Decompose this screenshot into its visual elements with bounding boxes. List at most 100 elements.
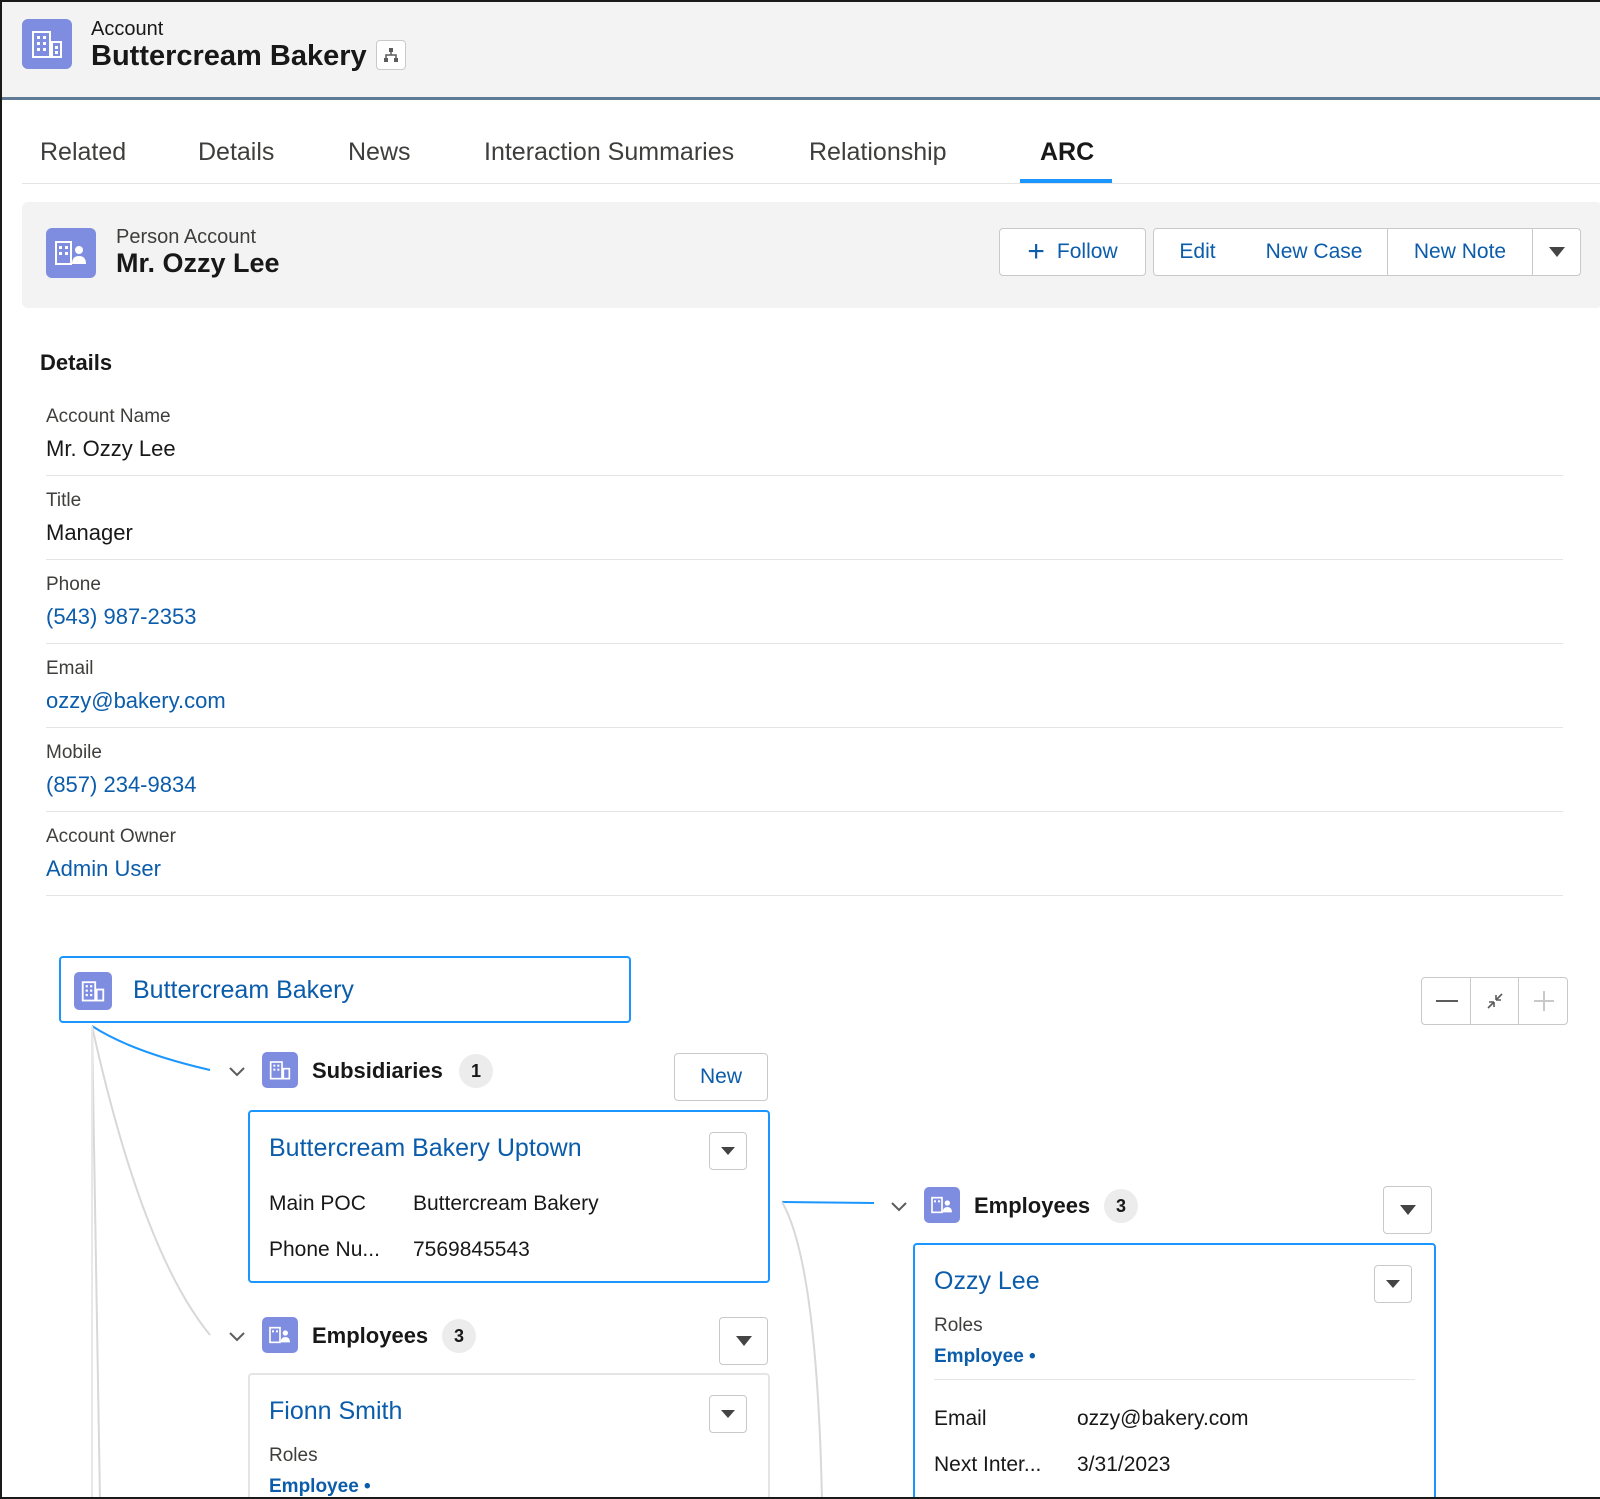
account-building-icon <box>74 972 112 1010</box>
person-account-icon <box>924 1187 960 1223</box>
subsidiaries-group-header: Subsidiaries 1 <box>226 1052 526 1092</box>
roles-label: Roles <box>934 1315 983 1336</box>
field-account-owner: Account Owner Admin User <box>46 826 1563 896</box>
hierarchy-icon <box>384 48 398 62</box>
field-label: Account Owner <box>46 826 176 847</box>
chevron-down-icon[interactable] <box>226 1060 248 1082</box>
phone-link[interactable]: (543) 987-2353 <box>46 604 196 630</box>
new-subsidiary-button[interactable]: New <box>674 1053 768 1101</box>
field-phone: Phone (543) 987-2353 <box>46 574 1563 644</box>
minus-icon <box>1435 1000 1458 1002</box>
card-field-key: Phone Nu... <box>269 1238 380 1261</box>
plus-icon: + <box>1027 235 1045 268</box>
record-tabs: Related Details News Interaction Summari… <box>22 100 1600 184</box>
card-field-value: ozzy@bakery.com <box>1077 1407 1249 1430</box>
root-account-name: Buttercream Bakery <box>133 976 354 1004</box>
fit-view-button[interactable] <box>1470 978 1519 1024</box>
employees-count-badge: 3 <box>1104 1189 1138 1223</box>
employees-menu-button-right[interactable] <box>1383 1186 1432 1234</box>
chevron-down-icon[interactable] <box>888 1195 910 1217</box>
mobile-link[interactable]: (857) 234-9834 <box>46 772 196 798</box>
chevron-down-icon <box>735 1336 752 1346</box>
card-menu-button[interactable] <box>709 1132 747 1170</box>
new-case-button[interactable]: New Case <box>1241 228 1388 276</box>
tab-details[interactable]: Details <box>198 138 274 167</box>
card-field-value: 7569845543 <box>413 1238 530 1261</box>
card-field-key: Email <box>934 1407 987 1430</box>
field-label: Title <box>46 490 82 511</box>
card-field-key: Main POC <box>269 1192 366 1215</box>
field-label: Mobile <box>46 742 102 763</box>
field-label: Account Name <box>46 406 171 427</box>
object-type-label: Account <box>91 18 164 40</box>
chevron-down-icon <box>721 1410 735 1418</box>
app-frame: Account Buttercream Bakery Related Detai… <box>0 0 1600 1499</box>
field-title: Title Manager <box>46 490 1563 560</box>
arc-root-node[interactable]: Buttercream Bakery <box>59 956 631 1023</box>
employee-name-link[interactable]: Ozzy Lee <box>934 1267 1040 1296</box>
card-menu-button[interactable] <box>1374 1265 1412 1303</box>
record-title: Buttercream Bakery <box>91 40 367 72</box>
role-value: Employee • <box>269 1476 371 1497</box>
chevron-down-icon[interactable] <box>226 1325 248 1347</box>
account-building-icon <box>262 1052 298 1088</box>
tab-related[interactable]: Related <box>40 138 126 167</box>
zoom-in-button[interactable] <box>1519 978 1568 1024</box>
person-account-type-label: Person Account <box>116 226 257 248</box>
view-hierarchy-button[interactable] <box>376 40 406 70</box>
follow-button[interactable]: + Follow <box>999 228 1146 276</box>
employees-count-badge: 3 <box>442 1319 476 1353</box>
card-menu-button[interactable] <box>709 1395 747 1433</box>
tab-news[interactable]: News <box>348 138 411 167</box>
person-account-header: Person Account Mr. Ozzy Lee + Follow Edi… <box>22 202 1600 308</box>
more-actions-button[interactable] <box>1532 228 1581 276</box>
edit-button[interactable]: Edit <box>1153 228 1242 276</box>
employees-group-header: Employees 3 <box>226 1317 526 1357</box>
employee-name-link[interactable]: Fionn Smith <box>269 1397 402 1426</box>
email-link[interactable]: ozzy@bakery.com <box>46 688 226 714</box>
field-value: Mr. Ozzy Lee <box>46 436 176 461</box>
chevron-down-icon <box>1548 247 1565 257</box>
tab-relationship[interactable]: Relationship <box>809 138 947 167</box>
chevron-down-icon <box>1399 1205 1416 1215</box>
person-account-icon <box>46 228 96 278</box>
card-field-key: Next Inter... <box>934 1453 1042 1476</box>
subsidiaries-count-badge: 1 <box>459 1054 493 1088</box>
chevron-down-icon <box>1386 1280 1400 1288</box>
tab-interaction-summaries[interactable]: Interaction Summaries <box>484 138 734 167</box>
field-label: Phone <box>46 574 101 595</box>
plus-icon <box>1533 991 1554 1011</box>
roles-label: Roles <box>269 1445 318 1466</box>
field-mobile: Mobile (857) 234-9834 <box>46 742 1563 812</box>
employees-menu-button[interactable] <box>719 1317 768 1365</box>
active-tab-indicator <box>1020 179 1112 183</box>
card-field-value: 3/31/2023 <box>1077 1453 1171 1476</box>
subsidiary-card[interactable]: Buttercream Bakery Uptown Main POC Butte… <box>248 1110 770 1283</box>
employees-label: Employees <box>974 1193 1091 1218</box>
employees-group-header-right: Employees 3 <box>888 1187 1188 1227</box>
account-owner-link[interactable]: Admin User <box>46 856 161 882</box>
card-divider <box>934 1379 1415 1380</box>
collapse-arrows-icon <box>1486 993 1503 1009</box>
zoom-out-button[interactable] <box>1422 978 1471 1024</box>
field-value: Manager <box>46 520 133 545</box>
person-account-icon <box>262 1317 298 1353</box>
subsidiaries-label: Subsidiaries <box>312 1058 443 1083</box>
field-label: Email <box>46 658 94 679</box>
account-building-icon <box>22 19 72 69</box>
subsidiary-name-link[interactable]: Buttercream Bakery Uptown <box>269 1134 582 1163</box>
follow-label: Follow <box>1056 240 1118 263</box>
field-account-name: Account Name Mr. Ozzy Lee <box>46 406 1563 476</box>
field-email: Email ozzy@bakery.com <box>46 658 1563 728</box>
card-field-value: Buttercream Bakery <box>413 1192 599 1215</box>
zoom-controls <box>1421 977 1568 1025</box>
tab-arc[interactable]: ARC <box>1040 138 1094 167</box>
new-note-button[interactable]: New Note <box>1387 228 1533 276</box>
employee-card[interactable]: Fionn Smith Roles Employee • <box>248 1373 770 1497</box>
employee-card-selected[interactable]: Ozzy Lee Roles Employee • Email ozzy@bak… <box>913 1243 1436 1497</box>
role-value: Employee • <box>934 1346 1036 1367</box>
employees-label: Employees <box>312 1323 429 1348</box>
record-header: Account Buttercream Bakery <box>2 2 1600 100</box>
person-account-name: Mr. Ozzy Lee <box>116 248 280 278</box>
details-heading: Details <box>40 350 113 375</box>
